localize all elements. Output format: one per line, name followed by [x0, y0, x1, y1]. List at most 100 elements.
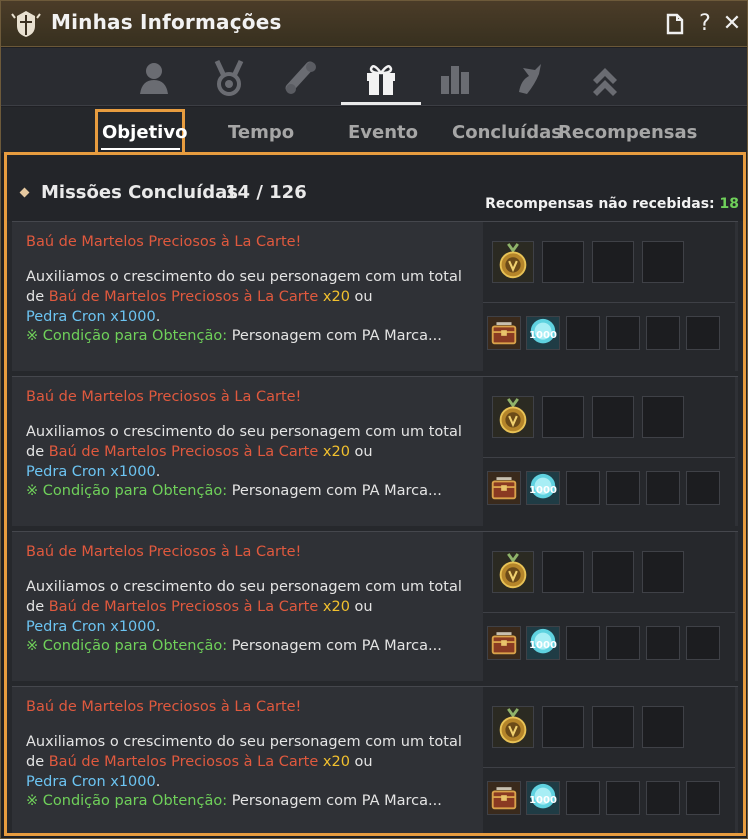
item-name: Baú de Martelos Preciosos à La Carte	[48, 599, 319, 615]
tab-objetivo[interactable]: Objetivo	[102, 122, 187, 143]
mission-card[interactable]: Baú de Martelos Preciosos à La Carte! Au…	[12, 686, 738, 833]
tab-concluidas[interactable]: Concluídas	[452, 122, 562, 143]
treasure-chest-icon	[488, 472, 520, 504]
treasure-chest-icon	[488, 627, 520, 659]
reward-slot-empty[interactable]	[592, 706, 634, 748]
mission-description: Auxiliamos o crescimento do seu personag…	[26, 422, 476, 482]
diamond-bullet-icon	[19, 187, 30, 198]
gold-medal-icon	[493, 397, 533, 437]
reward-slot-empty[interactable]	[686, 316, 720, 350]
description-or: ou	[349, 754, 373, 770]
item-quantity: x20	[318, 754, 350, 770]
reward-slot-empty[interactable]	[686, 471, 720, 505]
gift-icon[interactable]	[361, 58, 401, 98]
document-icon[interactable]	[664, 12, 686, 36]
reward-slot-empty[interactable]	[566, 316, 600, 350]
reward-slot-empty[interactable]	[566, 626, 600, 660]
reward-slot-empty[interactable]	[606, 471, 640, 505]
condition-label: ※ Condição para Obtenção:	[26, 638, 228, 654]
rank-up-icon[interactable]	[585, 58, 625, 98]
reward-slot-empty[interactable]	[542, 396, 584, 438]
reward-slot-empty[interactable]	[592, 551, 634, 593]
reward-slot-empty[interactable]	[642, 241, 684, 283]
close-button[interactable]: ✕	[721, 12, 743, 36]
reward-slot-empty[interactable]	[686, 781, 720, 815]
reward-slot-empty[interactable]	[646, 316, 680, 350]
reward-slot-empty[interactable]	[542, 551, 584, 593]
treasure-chest-icon	[488, 782, 520, 814]
mission-card[interactable]: Baú de Martelos Preciosos à La Carte! Au…	[12, 531, 738, 682]
reward-slot-chest[interactable]	[487, 626, 521, 660]
category-icon-bar	[1, 48, 747, 106]
reward-slot-empty[interactable]	[606, 626, 640, 660]
reward-slot-empty[interactable]	[642, 396, 684, 438]
description-or: ou	[349, 599, 373, 615]
reward-slot-chest[interactable]	[487, 316, 521, 350]
description-end: .	[155, 774, 161, 790]
medal-icon[interactable]	[209, 58, 249, 98]
crystal-quantity: 1000	[529, 330, 557, 341]
person-icon[interactable]	[134, 58, 174, 98]
mission-title: Baú de Martelos Preciosos à La Carte!	[26, 544, 302, 560]
reward-slot-crystal[interactable]: 1000	[526, 781, 560, 815]
tab-evento[interactable]: Evento	[348, 122, 418, 143]
reward-slot-empty[interactable]	[606, 316, 640, 350]
unclaimed-count: 18	[719, 196, 739, 212]
description-end: .	[155, 619, 161, 635]
mission-count: 14 / 126	[225, 182, 307, 203]
reward-slot-crystal[interactable]: 1000	[526, 471, 560, 505]
section-title: Missões Concluídas	[41, 182, 239, 203]
item-quantity: x20	[318, 599, 350, 615]
condition-label: ※ Condição para Obtenção:	[26, 483, 228, 499]
scroll-icon[interactable]	[282, 58, 322, 98]
tab-recompensas[interactable]: Recompensas	[558, 122, 697, 143]
reward-slot-medal[interactable]	[492, 241, 534, 283]
condition-text: Personagem com PA Marca...	[227, 793, 442, 809]
crystal-quantity: 1000	[529, 640, 557, 651]
reward-slot-empty[interactable]	[592, 396, 634, 438]
reward-slot-chest[interactable]	[487, 781, 521, 815]
reward-slots: 1000	[483, 687, 735, 833]
dragon-icon[interactable]	[509, 58, 549, 98]
crystal-quantity: 1000	[529, 485, 557, 496]
title-bar[interactable]: Minhas Informações ? ✕	[1, 1, 747, 47]
reward-slot-empty[interactable]	[686, 626, 720, 660]
item-quantity: x20	[318, 289, 350, 305]
reward-slot-empty[interactable]	[646, 471, 680, 505]
chart-icon[interactable]	[435, 58, 475, 98]
reward-slot-empty[interactable]	[646, 781, 680, 815]
reward-slot-chest[interactable]	[487, 471, 521, 505]
reward-slot-empty[interactable]	[646, 626, 680, 660]
gold-medal-icon	[493, 552, 533, 592]
reward-slot-empty[interactable]	[592, 241, 634, 283]
reward-slot-empty[interactable]	[642, 551, 684, 593]
reward-slot-empty[interactable]	[566, 781, 600, 815]
mission-description: Auxiliamos o crescimento do seu personag…	[26, 577, 476, 637]
reward-slot-medal[interactable]	[492, 396, 534, 438]
condition-label: ※ Condição para Obtenção:	[26, 328, 228, 344]
reward-slot-crystal[interactable]: 1000	[526, 316, 560, 350]
item-name: Baú de Martelos Preciosos à La Carte	[48, 754, 319, 770]
item-quantity: x20	[318, 444, 350, 460]
reward-slot-empty[interactable]	[542, 706, 584, 748]
reward-slot-medal[interactable]	[492, 706, 534, 748]
my-info-window: Minhas Informações ? ✕ Objetivo Tempo Ev…	[0, 0, 748, 839]
selected-category-indicator	[341, 102, 421, 105]
reward-slot-medal[interactable]	[492, 551, 534, 593]
reward-slot-empty[interactable]	[566, 471, 600, 505]
treasure-chest-icon	[488, 317, 520, 349]
mission-card[interactable]: Baú de Martelos Preciosos à La Carte! Au…	[12, 221, 738, 372]
description-end: .	[155, 464, 161, 480]
tab-tempo[interactable]: Tempo	[228, 122, 294, 143]
reward-slot-empty[interactable]	[606, 781, 640, 815]
mission-condition: ※ Condição para Obtenção: Personagem com…	[26, 793, 442, 809]
mission-card[interactable]: Baú de Martelos Preciosos à La Carte! Au…	[12, 376, 738, 527]
reward-slot-crystal[interactable]: 1000	[526, 626, 560, 660]
reward-divider	[483, 612, 735, 613]
gold-medal-icon	[493, 707, 533, 747]
mission-description: Auxiliamos o crescimento do seu personag…	[26, 732, 476, 792]
help-button[interactable]: ?	[694, 12, 716, 36]
reward-slot-empty[interactable]	[542, 241, 584, 283]
reward-slot-empty[interactable]	[642, 706, 684, 748]
alt-item-name: Pedra Cron x1000	[26, 309, 156, 325]
